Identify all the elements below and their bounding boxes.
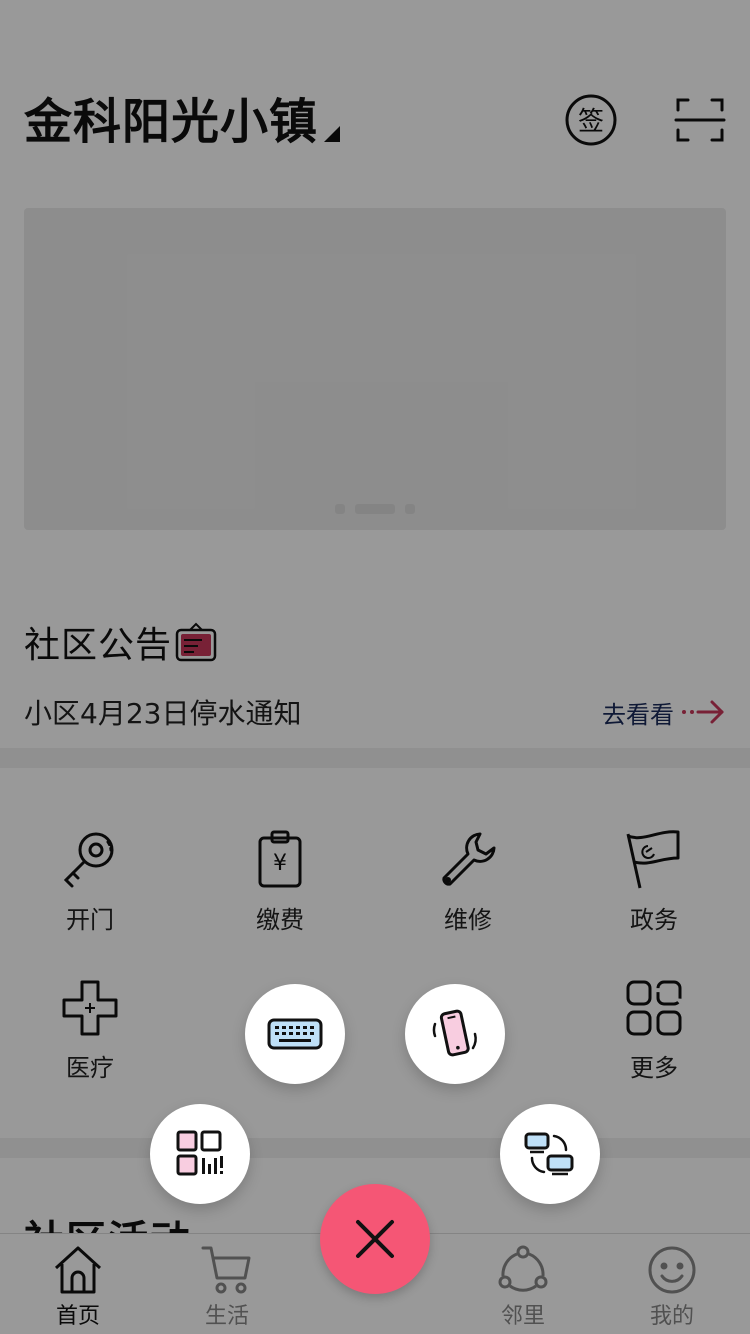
- fab-qr-button[interactable]: [150, 1104, 250, 1204]
- qr-code-icon: [176, 1130, 223, 1176]
- close-icon: [356, 1220, 394, 1258]
- phone-shake-icon: [432, 1009, 477, 1057]
- fab-switch-button[interactable]: [500, 1104, 600, 1204]
- fab-menu-backdrop[interactable]: [0, 0, 750, 1334]
- keyboard-icon: [267, 1018, 323, 1050]
- fab-close-button[interactable]: [320, 1184, 430, 1294]
- fab-shake-button[interactable]: [405, 984, 505, 1084]
- device-switch-icon: [524, 1132, 574, 1176]
- fab-keyboard-button[interactable]: [245, 984, 345, 1084]
